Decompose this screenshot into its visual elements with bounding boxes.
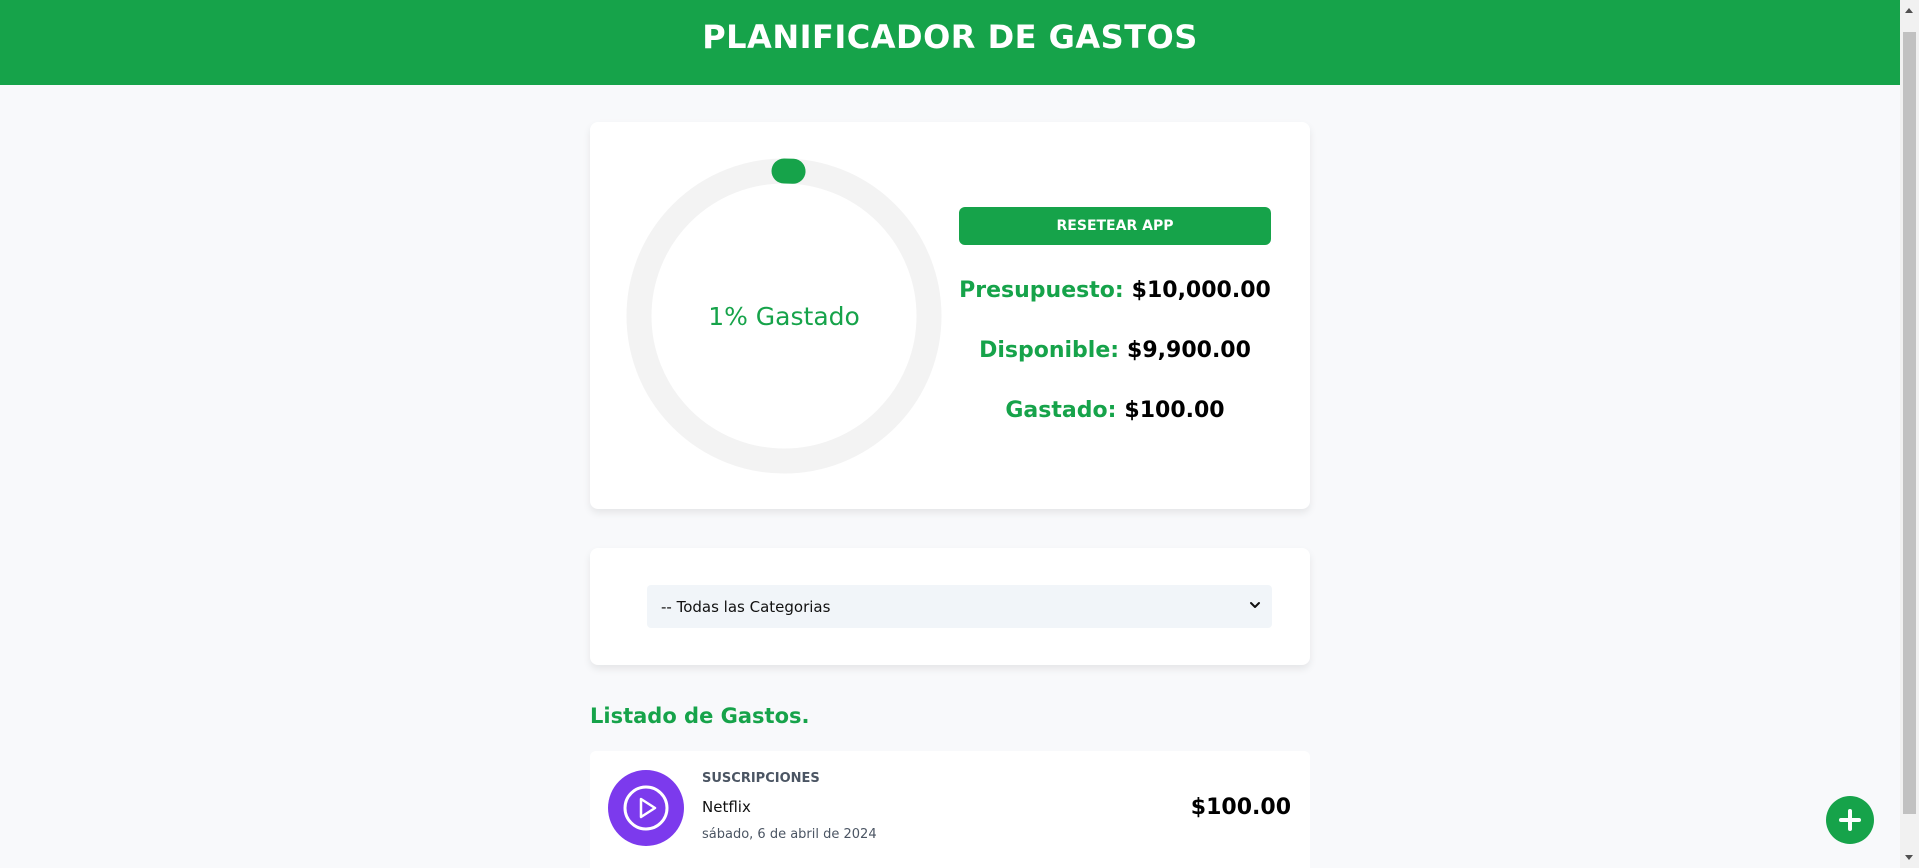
play-icon xyxy=(623,785,669,831)
filter-card: -- Todas las Categorias xyxy=(590,548,1310,665)
expenses-list-title: Listado de Gastos. xyxy=(590,704,810,728)
add-expense-button[interactable] xyxy=(1826,796,1874,844)
stat-label: Disponible: xyxy=(979,338,1120,363)
budget-summary-card: 1% Gastado RESETEAR APP Presupuesto: $10,… xyxy=(590,122,1310,509)
scrollbar-thumb[interactable] xyxy=(1903,32,1916,814)
expense-amount: $100.00 xyxy=(1190,795,1291,820)
scroll-down-icon[interactable] xyxy=(1905,855,1913,860)
stat-value: $9,900.00 xyxy=(1127,338,1251,363)
stat-budget: Presupuesto: $10,000.00 xyxy=(959,278,1271,303)
gauge-percent-label: 1% Gastado xyxy=(708,301,860,331)
app-header: PLANIFICADOR DE GASTOS xyxy=(0,0,1900,85)
expense-category-icon xyxy=(608,770,684,846)
plus-icon xyxy=(1839,809,1861,831)
filter-selected-value: -- Todas las Categorias xyxy=(661,597,831,616)
stat-label: Gastado: xyxy=(1005,398,1117,423)
category-filter-select[interactable]: -- Todas las Categorias xyxy=(647,585,1272,628)
stat-value: $10,000.00 xyxy=(1131,278,1271,303)
stat-label: Presupuesto: xyxy=(959,278,1124,303)
vertical-scrollbar[interactable] xyxy=(1900,0,1919,868)
page-title: PLANIFICADOR DE GASTOS xyxy=(702,17,1198,56)
reset-app-button[interactable]: RESETEAR APP xyxy=(959,207,1271,245)
scroll-up-icon[interactable] xyxy=(1905,8,1913,13)
expense-item[interactable]: SUSCRIPCIONES Netflix sábado, 6 de abril… xyxy=(590,751,1310,868)
stat-value: $100.00 xyxy=(1124,398,1225,423)
expense-date: sábado, 6 de abril de 2024 xyxy=(702,827,877,842)
chevron-down-icon xyxy=(1250,602,1260,608)
stat-available: Disponible: $9,900.00 xyxy=(959,338,1271,363)
expense-name: Netflix xyxy=(702,798,751,816)
expense-category: SUSCRIPCIONES xyxy=(702,771,820,786)
stat-spent: Gastado: $100.00 xyxy=(959,398,1271,423)
